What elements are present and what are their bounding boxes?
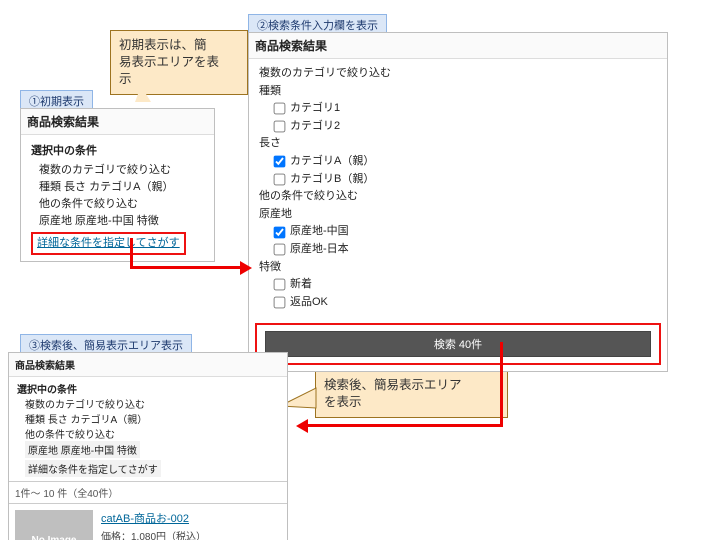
chk-cat1-label: カテゴリ1	[290, 100, 340, 118]
panel-initial-h1: 選択中の条件	[31, 143, 204, 160]
panel-after-search: 商品検索結果 選択中の条件 複数のカテゴリで絞り込む 種類 長さ カテゴリA（親…	[8, 352, 288, 540]
callout-initial-l2: 易表示エリアを表	[119, 54, 239, 71]
callout-after-l2: を表示	[324, 394, 499, 411]
panel-search-conditions: 商品検索結果 複数のカテゴリで絞り込む 種類 カテゴリ1 カテゴリ2 長さ カテ…	[248, 32, 668, 372]
panel2-body: 複数のカテゴリで絞り込む 種類 カテゴリ1 カテゴリ2 長さ カテゴリA（親） …	[249, 59, 667, 317]
chk-catB[interactable]: カテゴリB（親）	[273, 171, 657, 189]
chk-catA[interactable]: カテゴリA（親）	[273, 153, 657, 171]
arrow2-head	[296, 419, 308, 433]
panel3-title: 商品検索結果	[9, 353, 287, 377]
product-title-link[interactable]: catAB-商品お-002	[101, 510, 206, 526]
panel-initial-l2: 種類 長さ カテゴリA（親）	[39, 179, 204, 196]
panel3-l2: 種類 長さ カテゴリA（親）	[25, 411, 279, 426]
arrow1-h	[130, 266, 240, 269]
chk-origin-cn[interactable]: 原産地-中国	[273, 223, 657, 241]
callout-initial: 初期表示は、簡 易表示エリアを表 示	[110, 30, 248, 95]
search-button[interactable]: 検索 40件	[265, 331, 651, 357]
panel2-feature: 特徴	[259, 259, 657, 277]
panel3-l4: 原産地 原産地-中国 特徴	[25, 441, 140, 458]
panel3-l3: 他の条件で絞り込む	[25, 426, 279, 441]
panel3-header: 選択中の条件 複数のカテゴリで絞り込む 種類 長さ カテゴリA（親） 他の条件で…	[9, 377, 287, 481]
result-info: catAB-商品お-002 価格：1,080円（税込）	[101, 510, 206, 540]
chk-return-label: 返品OK	[290, 294, 328, 312]
callout-initial-tail	[135, 86, 151, 102]
panel-initial-body: 選択中の条件 複数のカテゴリで絞り込む 種類 長さ カテゴリA（親） 他の条件で…	[21, 135, 214, 261]
panel-initial-title: 商品検索結果	[21, 109, 214, 135]
callout-initial-l1: 初期表示は、簡	[119, 37, 239, 54]
chk-catB-label: カテゴリB（親）	[290, 171, 374, 189]
callout-after-l1: 検索後、簡易表示エリア	[324, 377, 499, 394]
chk-origin-jp-label: 原産地-日本	[290, 241, 349, 259]
panel2-title: 商品検索結果	[249, 33, 667, 59]
result-count: 1件～ 10 件（全40件）	[9, 481, 287, 503]
arrow1-head	[240, 261, 252, 275]
chk-return[interactable]: 返品OK	[273, 294, 657, 312]
panel2-g1: 複数のカテゴリで絞り込む	[259, 65, 657, 83]
panel2-origin: 原産地	[259, 206, 657, 224]
panel-initial-detailed-outline: 詳細な条件を指定してさがす	[31, 232, 186, 255]
callout-after-search: 検索後、簡易表示エリア を表示	[315, 370, 508, 418]
chk-cat1[interactable]: カテゴリ1	[273, 100, 657, 118]
panel-initial: 商品検索結果 選択中の条件 複数のカテゴリで絞り込む 種類 長さ カテゴリA（親…	[20, 108, 215, 262]
detailed-search-link[interactable]: 詳細な条件を指定してさがす	[37, 235, 180, 252]
panel3-link[interactable]: 詳細な条件を指定してさがす	[25, 460, 161, 477]
panel2-other: 他の条件で絞り込む	[259, 188, 657, 206]
arrow2-v	[500, 342, 503, 426]
panel-initial-l3: 他の条件で絞り込む	[39, 196, 204, 213]
diagram-canvas: ①初期表示 ②検索条件入力欄を表示 ③検索後、簡易表示エリア表示 初期表示は、簡…	[0, 0, 720, 540]
chk-catA-label: カテゴリA（親）	[290, 153, 374, 171]
no-image-thumb: No Image	[15, 510, 93, 540]
result-row: No Image catAB-商品お-002 価格：1,080円（税込）	[9, 503, 287, 540]
panel3-h1: 選択中の条件	[17, 381, 279, 396]
chk-origin-jp[interactable]: 原産地-日本	[273, 241, 657, 259]
search-button-outline: 検索 40件	[255, 323, 661, 365]
panel3-l1: 複数のカテゴリで絞り込む	[25, 396, 279, 411]
chk-cat2[interactable]: カテゴリ2	[273, 118, 657, 136]
chk-new[interactable]: 新着	[273, 276, 657, 294]
chk-cat2-label: カテゴリ2	[290, 118, 340, 136]
panel-initial-l4: 原産地 原産地-中国 特徴	[39, 213, 204, 230]
chk-origin-cn-label: 原産地-中国	[290, 223, 349, 241]
chk-new-label: 新着	[290, 276, 312, 294]
product-price: 価格：1,080円（税込）	[101, 528, 206, 540]
panel-initial-l1: 複数のカテゴリで絞り込む	[39, 162, 204, 179]
panel2-len: 長さ	[259, 135, 657, 153]
panel2-cat-head: 種類	[259, 83, 657, 101]
arrow2-h	[308, 424, 503, 427]
arrow1-v	[130, 238, 133, 268]
